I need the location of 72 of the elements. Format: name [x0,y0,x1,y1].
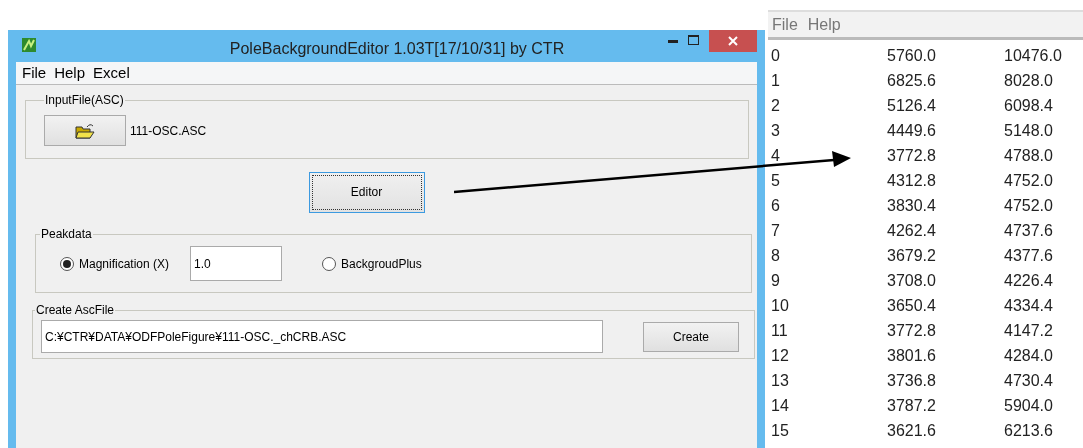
table-cell-text: 3621.6 [887,420,937,441]
window-title: PoleBackgroundEditor 1.03T[17/10/31] by CTR [228,39,566,59]
table-cell-text: 5904.0 [1004,395,1053,416]
magnification-field[interactable]: 1.0 [190,246,283,281]
group-label: Peakdata [40,226,93,243]
menu-item[interactable]: Excel [93,61,130,85]
table-cell-text: 0 [771,45,781,66]
table-cell-text: 3679.2 [887,245,937,266]
file-name: 111-OSC.ASC [130,122,207,140]
table-cell-text: 3772.8 [887,320,937,341]
table-cell-text: 4377.6 [1004,245,1053,266]
group-label: Create AscFile [35,302,116,319]
folder-icon [75,122,95,139]
menu-item[interactable]: Help [807,12,841,37]
table-cell-text: 6213.6 [1004,420,1053,441]
table-cell-text: 4312.8 [887,170,937,191]
create-button[interactable]: Create [643,321,739,352]
table-cell-text: 3 [771,120,781,141]
app-icon [22,38,36,52]
table-cell-text: 5 [771,170,781,191]
table-cell-text: 14 [771,395,790,416]
table-cell-text: 4752.0 [1004,195,1053,216]
radio-label: Magnification (X) [79,255,170,273]
group-label: InputFile(ASC) [44,92,125,109]
menu-item[interactable]: File [772,12,798,37]
table-cell-text: 5148.0 [1004,120,1053,141]
table-cell-text: 4147.2 [1004,320,1053,341]
table-cell-text: 4226.4 [1004,270,1053,291]
table-cell-text: 4752.0 [1004,170,1053,191]
table-cell-text: 13 [771,370,790,391]
radio-label: BackgroudPlus [341,255,422,273]
table-cell-text: 5126.4 [887,95,937,116]
table-cell-text: 4 [771,145,781,166]
table-cell-text: 3708.0 [887,270,937,291]
table-cell-text: 4334.4 [1004,295,1053,316]
radio-button[interactable] [60,256,74,271]
editor-button[interactable]: Editor [308,171,425,213]
menu-item[interactable]: Help [54,61,86,85]
table-cell-text: 10 [771,295,790,316]
path-field[interactable]: C:¥CTR¥DATA¥ODFPoleFigure¥111-OSC._chCRB.ASC [41,320,603,353]
table-cell-text: 8 [771,245,781,266]
maximize-icon[interactable] [688,35,699,45]
radio-button[interactable] [322,256,337,271]
table-cell-text: 3736.8 [887,370,937,391]
table-cell-text: 11 [771,320,789,341]
menu-item[interactable]: File [22,61,47,85]
table-cell-text: 6098.4 [1004,95,1053,116]
table-cell-text: 15 [771,420,790,441]
table-cell-text: 3772.8 [887,145,937,166]
table-cell-text: 4737.6 [1004,220,1053,241]
table-cell-text: 3787.2 [887,395,937,416]
table-cell-text: 9 [771,270,781,291]
table-cell-text: 10476.0 [1004,45,1062,66]
table-cell-text: 4449.6 [887,120,937,141]
open-folder-button[interactable] [44,115,126,146]
table-cell-text: 6825.6 [887,70,937,91]
table-cell-text: 4730.4 [1004,370,1053,391]
table-cell-text: 3830.4 [887,195,937,216]
table-cell-text: 7 [771,220,781,241]
table-cell-text: 5760.0 [887,45,937,66]
table-cell-text: 3801.6 [887,345,937,366]
close-icon [728,36,738,46]
table-cell-text: 4788.0 [1004,145,1053,166]
table-cell-text: 4262.4 [887,220,937,241]
table-cell-text: 2 [771,95,781,116]
close-button[interactable] [709,30,757,52]
table-cell-text: 12 [771,345,790,366]
table-cell-text: 3650.4 [887,295,937,316]
table-cell-text: 1 [771,70,781,91]
table-cell-text: 8028.0 [1004,70,1053,91]
table-cell-text: 6 [771,195,781,216]
table-cell-text: 4284.0 [1004,345,1053,366]
